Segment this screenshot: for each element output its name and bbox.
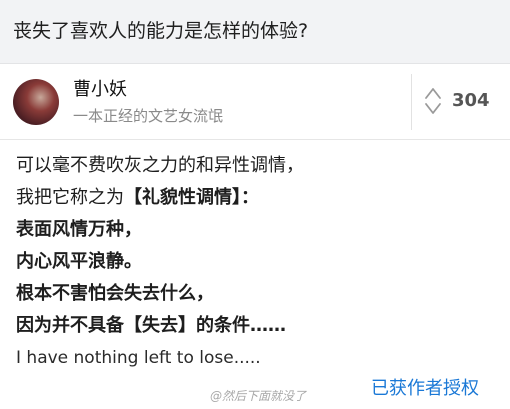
watermark: @然后下面就没了: [210, 389, 307, 403]
authorized-link[interactable]: 已获作者授权: [371, 376, 479, 402]
question-header: 丧失了喜欢人的能力是怎样的体验?: [0, 0, 510, 64]
answer-line-2: 我把它称之为【礼貌性调情】：: [16, 182, 496, 214]
answer-line-7: I have nothing left to lose.....: [16, 348, 261, 368]
answer-line-1: 可以毫不费吹灰之力的和异性调情，: [16, 155, 304, 176]
vote-count: 304: [452, 90, 490, 111]
answer-line-4: 内心风平浪静。: [16, 251, 142, 272]
author-name[interactable]: 曹小妖: [73, 78, 127, 102]
question-title[interactable]: 丧失了喜欢人的能力是怎样的体验?: [13, 17, 308, 45]
answer-line-2-bold: 【礼貌性调情】：: [124, 187, 259, 208]
vote-arrows-icon[interactable]: [424, 86, 442, 116]
author-bio: 一本正经的文艺女流氓: [73, 107, 224, 125]
vote-divider: [411, 74, 412, 130]
avatar[interactable]: [13, 79, 59, 125]
answer-line-6: 因为并不具备【失去】的条件……: [16, 315, 286, 336]
answer-content: 可以毫不费吹灰之力的和异性调情， 我把它称之为【礼貌性调情】： 表面风情万种， …: [16, 150, 496, 374]
answer-line-2-prefix: 我把它称之为: [16, 187, 124, 208]
answer-line-3: 表面风情万种，: [16, 219, 142, 240]
answer-line-5: 根本不害怕会失去什么，: [16, 283, 214, 304]
author-row: 曹小妖 一本正经的文艺女流氓 304: [0, 64, 510, 140]
